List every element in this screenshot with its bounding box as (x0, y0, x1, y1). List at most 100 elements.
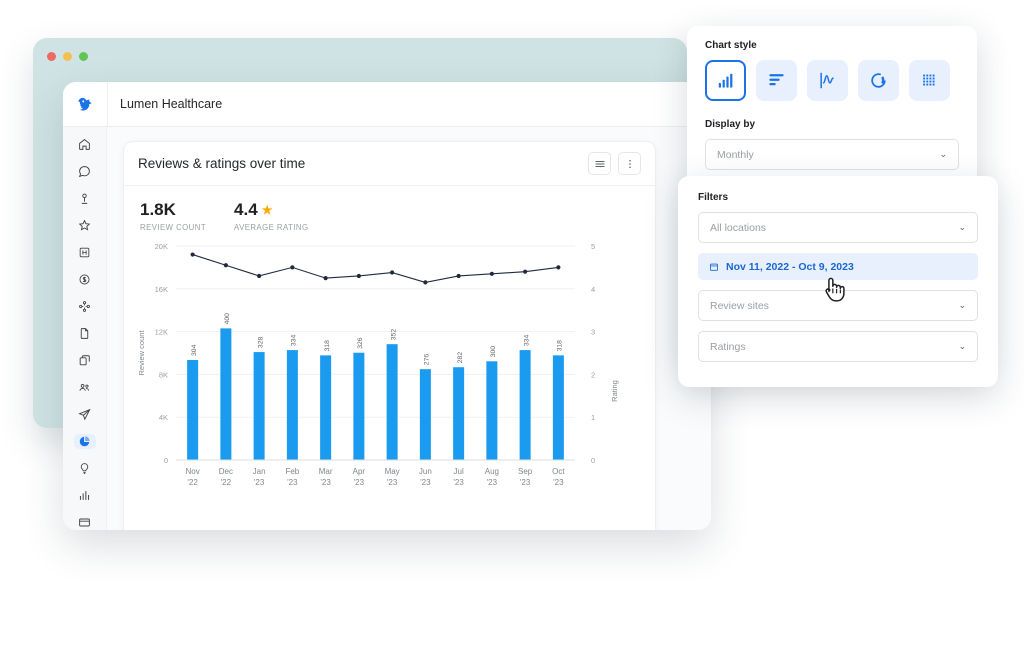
more-options-icon[interactable] (618, 152, 641, 175)
svg-text:May: May (385, 467, 400, 476)
vertical-bar-chart-icon[interactable] (705, 60, 746, 101)
kpi-review-count-label: REVIEW COUNT (140, 223, 207, 232)
svg-text:'23: '23 (354, 478, 365, 487)
ratings-select[interactable]: Ratings ⌄ (698, 331, 978, 362)
brand-title: Lumen Healthcare (107, 82, 711, 127)
svg-text:Sep: Sep (518, 467, 533, 476)
sidebar-item-team[interactable] (74, 380, 96, 395)
sidebar-item-insights[interactable] (73, 434, 96, 449)
kpi-review-count: 1.8K REVIEW COUNT (140, 200, 206, 232)
chart-card: Reviews & ratings over time 1.8K REVIEW … (123, 141, 656, 530)
line-chart-icon[interactable] (807, 60, 848, 101)
svg-text:4: 4 (591, 285, 595, 294)
svg-text:20K: 20K (155, 242, 168, 251)
svg-text:334: 334 (291, 335, 298, 347)
svg-text:Rating: Rating (610, 380, 619, 402)
main-content: Reviews & ratings over time 1.8K REVIEW … (107, 127, 711, 530)
bird-logo-icon[interactable] (63, 94, 107, 115)
svg-text:'23: '23 (520, 478, 531, 487)
sidebar-item-integrations[interactable] (74, 299, 96, 314)
svg-text:Mar: Mar (319, 467, 333, 476)
sidebar-item-inbox[interactable] (74, 515, 96, 530)
sidebar-item-locations[interactable] (74, 191, 96, 206)
svg-text:'23: '23 (320, 478, 331, 487)
date-range-value: Nov 11, 2022 - Oct 9, 2023 (726, 260, 854, 273)
sidebar-item-home[interactable] (74, 137, 96, 152)
svg-text:Jun: Jun (419, 467, 432, 476)
sidebar-item-billing[interactable] (74, 272, 96, 287)
kpi-average-rating-value: 4.4 (234, 200, 258, 219)
filters-heading: Filters (698, 192, 729, 203)
svg-text:'23: '23 (287, 478, 298, 487)
sidebar-item-messages[interactable] (74, 164, 96, 179)
svg-text:Aug: Aug (485, 467, 499, 476)
svg-text:328: 328 (257, 337, 264, 349)
svg-text:Apr: Apr (353, 467, 366, 476)
svg-text:Oct: Oct (552, 467, 565, 476)
kpi-row: 1.8K REVIEW COUNT 4.4 ★ AVERAGE RATING (124, 186, 655, 232)
svg-text:4K: 4K (159, 413, 168, 422)
svg-text:318: 318 (557, 340, 564, 352)
horizontal-bar-chart-icon[interactable] (756, 60, 797, 101)
svg-text:16K: 16K (155, 285, 168, 294)
maximize-window-button[interactable] (79, 52, 88, 61)
chart-style-options (705, 60, 959, 101)
svg-text:'23: '23 (453, 478, 464, 487)
sidebar-item-reports[interactable] (74, 488, 96, 503)
svg-text:12K: 12K (155, 328, 168, 337)
svg-text:282: 282 (457, 352, 464, 364)
chevron-down-icon: ⌄ (958, 222, 966, 232)
display-by-select[interactable]: Monthly ⌄ (705, 139, 959, 170)
chevron-down-icon: ⌄ (958, 300, 966, 310)
table-grid-icon[interactable] (909, 60, 950, 101)
kpi-review-count-value: 1.8K (140, 200, 176, 219)
svg-text:'22: '22 (221, 478, 232, 487)
display-by-value: Monthly (717, 148, 754, 161)
svg-text:3: 3 (591, 328, 595, 337)
svg-text:0: 0 (591, 456, 595, 465)
sidebar-item-ideas[interactable] (74, 461, 96, 476)
sidebar-item-apps[interactable] (74, 245, 96, 260)
chart-plot-area: 0 4K 8K 12K 16K 20K 0 1 2 3 4 5 Review count Rating 30… (124, 232, 657, 530)
combo-chart: 0 4K 8K 12K 16K 20K 0 1 2 3 4 5 Review count Rating 30… (137, 242, 619, 487)
svg-text:Dec: Dec (219, 467, 233, 476)
svg-text:'22: '22 (187, 478, 198, 487)
ratings-value: Ratings (710, 340, 746, 353)
svg-text:400: 400 (224, 313, 231, 325)
svg-text:5: 5 (591, 242, 595, 251)
window-traffic-lights (47, 52, 88, 61)
sidebar-item-templates[interactable] (74, 353, 96, 368)
filter-sliders-icon[interactable] (588, 152, 611, 175)
left-sidebar (63, 127, 107, 530)
page-title: Reviews & ratings over time (138, 156, 306, 171)
sidebar-item-reviews[interactable] (74, 218, 96, 233)
svg-text:Feb: Feb (285, 467, 299, 476)
svg-text:304: 304 (191, 344, 198, 356)
kpi-average-rating: 4.4 ★ AVERAGE RATING (234, 200, 308, 232)
chevron-down-icon: ⌄ (958, 341, 966, 351)
locations-value: All locations (710, 221, 767, 234)
display-by-heading: Display by (705, 119, 756, 130)
app-body: Reviews & ratings over time 1.8K REVIEW … (63, 127, 711, 530)
locations-select[interactable]: All locations ⌄ (698, 212, 978, 243)
app-header: Lumen Healthcare (63, 82, 711, 127)
sidebar-item-documents[interactable] (74, 326, 96, 341)
calendar-icon (710, 263, 718, 271)
svg-text:318: 318 (324, 340, 331, 352)
close-window-button[interactable] (47, 52, 56, 61)
minimize-window-button[interactable] (63, 52, 72, 61)
svg-text:300: 300 (490, 346, 497, 358)
chart-style-heading: Chart style (705, 40, 757, 51)
sidebar-item-campaigns[interactable] (74, 407, 96, 422)
screenshot-root: Lumen Healthcare Reviews & ratings over … (0, 0, 1024, 659)
svg-text:2: 2 (591, 370, 595, 379)
svg-text:1: 1 (591, 413, 595, 422)
svg-text:352: 352 (390, 329, 397, 341)
chart-card-header: Reviews & ratings over time (124, 142, 655, 186)
svg-text:276: 276 (424, 354, 431, 366)
chevron-down-icon: ⌄ (939, 149, 947, 159)
review-sites-value: Review sites (710, 299, 769, 312)
svg-text:'23: '23 (254, 478, 265, 487)
svg-text:0: 0 (164, 456, 168, 465)
donut-chart-icon[interactable] (858, 60, 899, 101)
